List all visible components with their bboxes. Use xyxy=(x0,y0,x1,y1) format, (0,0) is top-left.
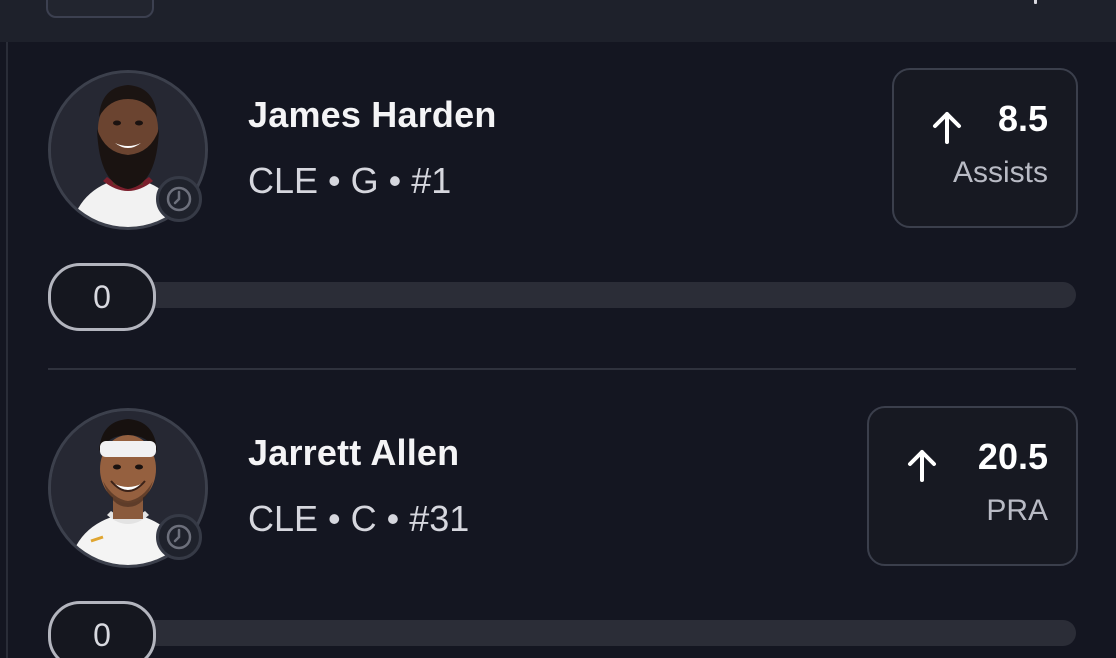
arrow-up-icon xyxy=(908,450,936,482)
progress-value: 0 xyxy=(48,601,156,658)
clock-icon xyxy=(156,176,202,222)
player-card-allen[interactable]: Jarrett Allen CLE • C • #31 20.5 PRA 0 xyxy=(0,338,1116,658)
projection-box[interactable]: 20.5 PRA xyxy=(867,406,1078,566)
arrow-up-icon xyxy=(933,112,961,144)
pick-list: James Harden CLE • G • #1 8.5 Assists 0 xyxy=(0,0,1116,658)
player-meta: CLE • G • #1 xyxy=(248,160,452,201)
player-name: Jarrett Allen xyxy=(248,432,460,473)
clock-icon xyxy=(156,514,202,560)
progress-track xyxy=(50,620,1076,646)
progress-value: 0 xyxy=(48,263,156,331)
line-value: 8.5 xyxy=(997,98,1048,139)
stat-label: PRA xyxy=(986,494,1048,527)
player-name: James Harden xyxy=(248,94,497,135)
line-value: 20.5 xyxy=(977,436,1048,477)
progress-track xyxy=(50,282,1076,308)
player-card-harden[interactable]: James Harden CLE • G • #1 8.5 Assists 0 xyxy=(0,0,1116,331)
player-meta: CLE • C • #31 xyxy=(248,498,470,539)
projection-box[interactable]: 8.5 Assists xyxy=(892,68,1078,228)
stat-label: Assists xyxy=(952,156,1048,189)
